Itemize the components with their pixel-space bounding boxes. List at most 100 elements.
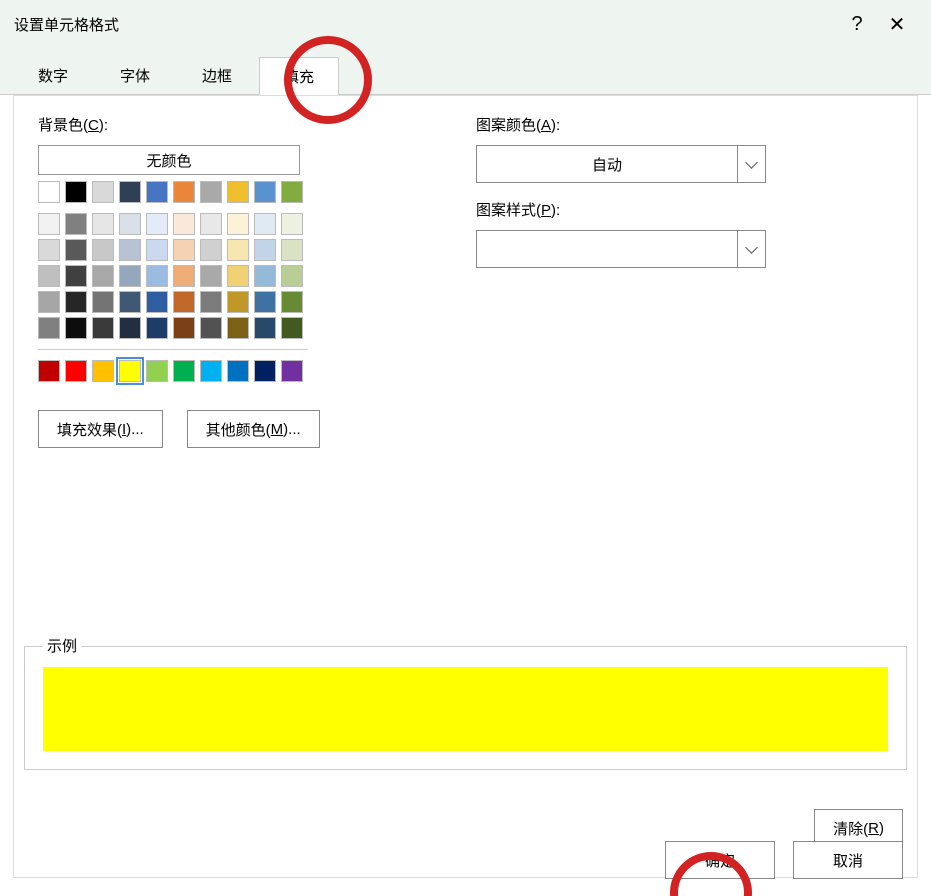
color-swatch[interactable] [200,265,222,287]
tab-fill[interactable]: 填充 [259,57,339,95]
color-swatch[interactable] [119,317,141,339]
color-swatch[interactable] [227,239,249,261]
tab-bar: 数字 字体 边框 填充 [0,48,931,95]
color-swatch[interactable] [146,317,168,339]
color-swatch[interactable] [173,265,195,287]
color-swatch[interactable] [146,213,168,235]
color-swatch[interactable] [173,360,195,382]
color-swatch[interactable] [92,265,114,287]
chevron-down-icon[interactable] [737,146,765,182]
color-swatch[interactable] [254,360,276,382]
color-swatch[interactable] [65,265,87,287]
color-swatch[interactable] [173,291,195,313]
tab-border[interactable]: 边框 [177,56,257,94]
color-swatch[interactable] [227,317,249,339]
color-swatch[interactable] [146,360,168,382]
color-swatch[interactable] [38,239,60,261]
color-swatch[interactable] [119,181,141,203]
color-swatch[interactable] [65,213,87,235]
cancel-button[interactable]: 取消 [793,841,903,879]
divider [38,349,308,350]
color-swatch[interactable] [254,213,276,235]
color-swatch[interactable] [227,181,249,203]
pattern-style-combo[interactable] [476,230,766,268]
color-swatch[interactable] [173,239,195,261]
pattern-group: 图案颜色(A): 自动 图案样式(P): [476,114,856,284]
help-icon[interactable]: ? [837,4,877,44]
color-swatch[interactable] [281,317,303,339]
color-swatch[interactable] [281,239,303,261]
ok-label: 确定 [705,850,735,871]
color-swatch[interactable] [65,317,87,339]
color-swatch[interactable] [254,317,276,339]
color-swatch[interactable] [227,360,249,382]
color-swatch[interactable] [119,213,141,235]
tab-border-label: 边框 [202,65,232,86]
color-swatch[interactable] [173,181,195,203]
color-swatch[interactable] [227,291,249,313]
color-swatch[interactable] [146,239,168,261]
color-swatch[interactable] [200,291,222,313]
color-swatch[interactable] [38,291,60,313]
color-swatch[interactable] [38,181,60,203]
theme-color-row [38,181,458,203]
color-swatch[interactable] [38,213,60,235]
color-swatch[interactable] [38,317,60,339]
fill-effects-button[interactable]: 填充效果(I)... [38,410,163,448]
pattern-color-combo[interactable]: 自动 [476,145,766,183]
color-swatch[interactable] [227,213,249,235]
color-swatch[interactable] [281,181,303,203]
tab-fill-label: 填充 [284,66,314,87]
color-swatch[interactable] [281,291,303,313]
color-swatch[interactable] [254,265,276,287]
color-swatch[interactable] [200,181,222,203]
color-swatch[interactable] [254,291,276,313]
background-color-label: 背景色(C): [38,114,458,135]
color-swatch[interactable] [254,181,276,203]
color-swatch[interactable] [65,239,87,261]
color-swatch[interactable] [65,360,87,382]
color-swatch[interactable] [200,213,222,235]
color-swatch[interactable] [173,317,195,339]
color-swatch[interactable] [92,360,114,382]
no-color-button[interactable]: 无颜色 [38,145,300,175]
color-swatch[interactable] [227,265,249,287]
color-swatch[interactable] [146,291,168,313]
cancel-label: 取消 [833,850,863,871]
example-label: 示例 [43,635,81,656]
color-swatch[interactable] [119,265,141,287]
color-swatch[interactable] [119,291,141,313]
color-swatch[interactable] [92,239,114,261]
color-swatch[interactable] [200,317,222,339]
color-swatch[interactable] [92,317,114,339]
color-swatch[interactable] [200,239,222,261]
color-swatch[interactable] [38,360,60,382]
color-swatch[interactable] [38,265,60,287]
tab-font[interactable]: 字体 [95,56,175,94]
color-swatch[interactable] [281,360,303,382]
color-swatch[interactable] [146,265,168,287]
dialog-title: 设置单元格格式 [14,14,837,35]
color-swatch[interactable] [254,239,276,261]
color-swatch[interactable] [92,291,114,313]
color-swatch[interactable] [119,360,141,382]
color-swatch[interactable] [65,181,87,203]
color-swatch[interactable] [92,181,114,203]
color-swatch[interactable] [65,291,87,313]
more-colors-button[interactable]: 其他颜色(M)... [187,410,320,448]
color-swatch[interactable] [200,360,222,382]
tab-number[interactable]: 数字 [13,56,93,94]
color-swatch[interactable] [119,239,141,261]
titlebar: 设置单元格格式 ? ✕ [0,0,931,48]
color-swatch[interactable] [92,213,114,235]
color-swatch[interactable] [173,213,195,235]
no-color-label: 无颜色 [146,150,191,171]
chevron-down-icon[interactable] [737,231,765,267]
pattern-style-value [477,231,737,267]
color-swatch[interactable] [281,213,303,235]
close-icon[interactable]: ✕ [877,4,917,44]
standard-color-row [38,360,458,382]
color-swatch[interactable] [146,181,168,203]
color-swatch[interactable] [281,265,303,287]
ok-button[interactable]: 确定 [665,841,775,879]
